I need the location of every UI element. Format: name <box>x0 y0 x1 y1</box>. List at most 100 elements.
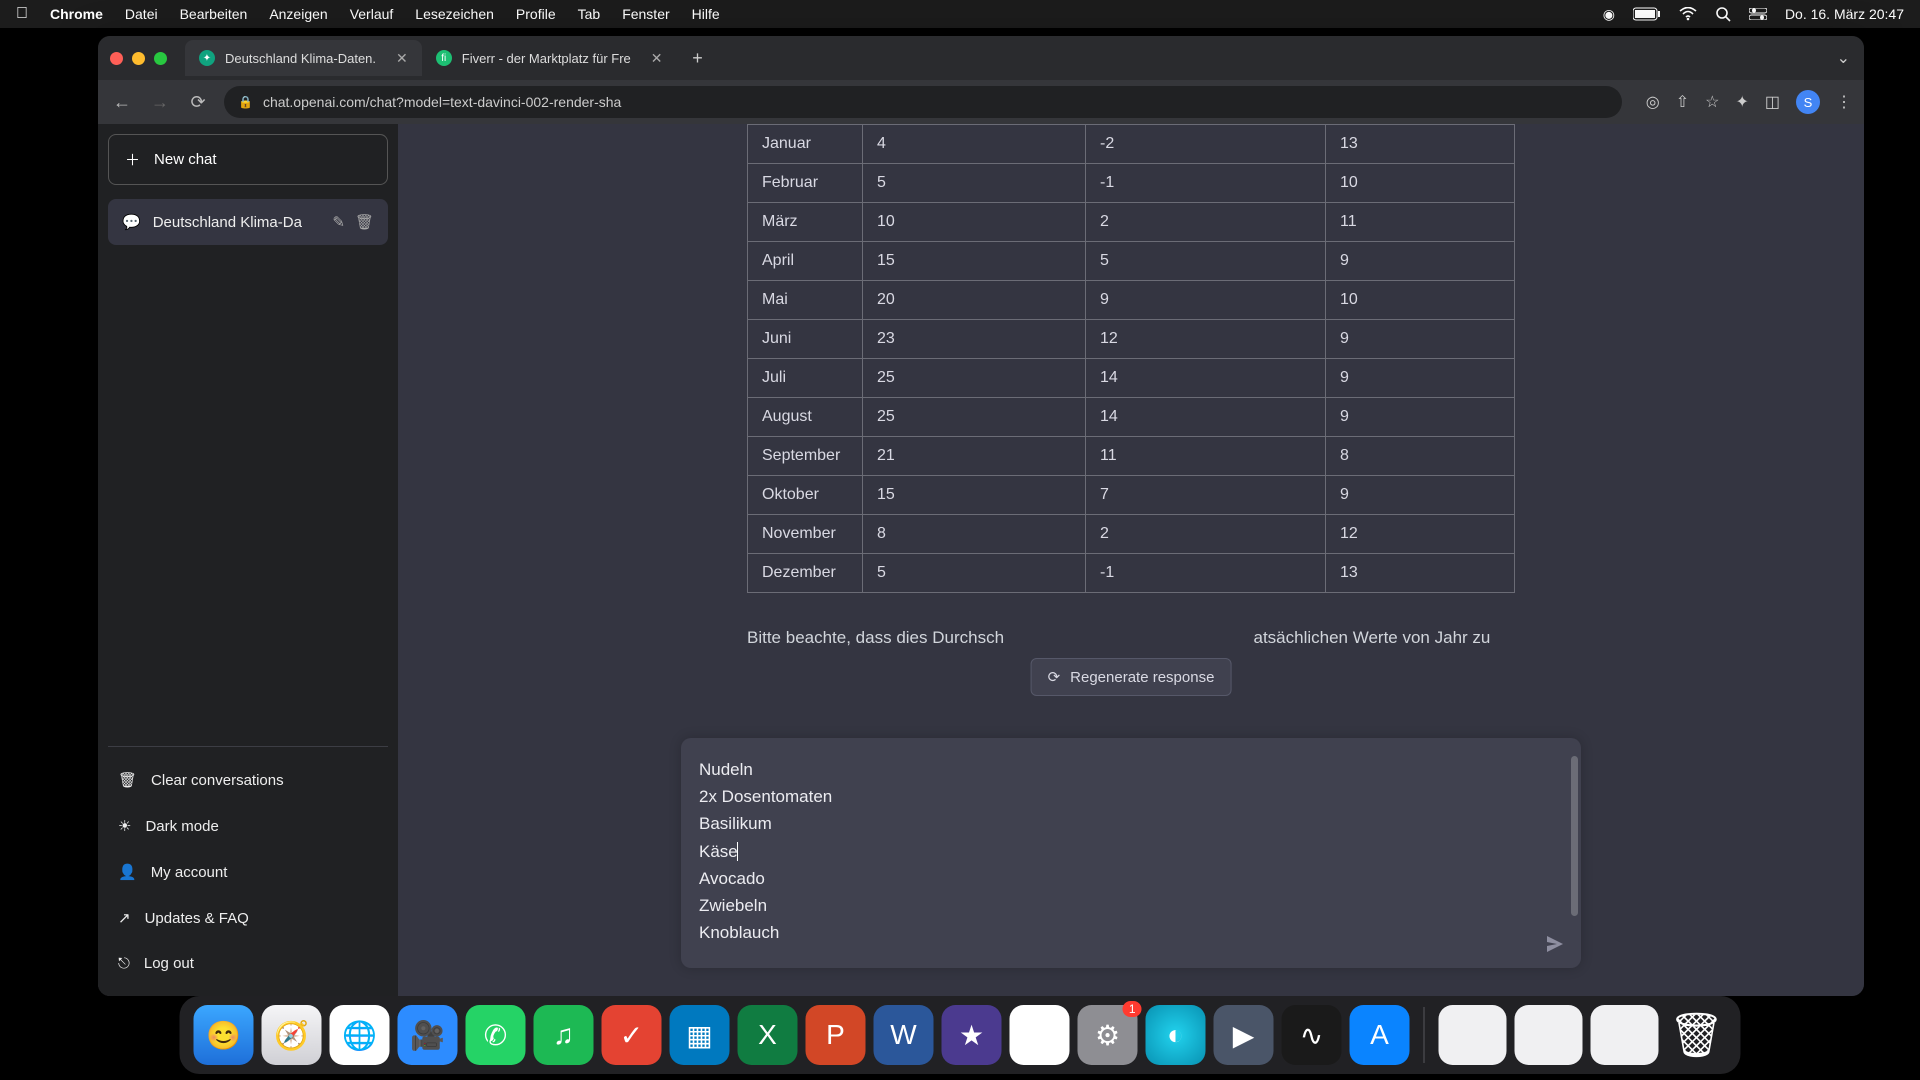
table-cell: -1 <box>1086 554 1326 593</box>
sun-icon: ☀ <box>118 817 131 835</box>
dock-minimized-1[interactable] <box>1439 1005 1507 1065</box>
back-button[interactable]: ← <box>110 92 134 113</box>
updates-faq-button[interactable]: ↗ Updates & FAQ <box>108 895 388 941</box>
dock-minimized-3[interactable] <box>1591 1005 1659 1065</box>
table-cell: August <box>748 398 863 437</box>
my-account-button[interactable]: 👤 My account <box>108 849 388 895</box>
reload-button[interactable]: ⟳ <box>186 92 210 113</box>
edit-icon[interactable]: ✎ <box>332 213 345 231</box>
input-line: Käse <box>699 838 1529 865</box>
close-tab-icon[interactable]: ✕ <box>651 50 663 67</box>
dock-drive[interactable]: ▲ <box>1010 1005 1070 1065</box>
menu-lesezeichen[interactable]: Lesezeichen <box>415 6 494 22</box>
table-cell: 25 <box>863 398 1086 437</box>
menu-app[interactable]: Chrome <box>50 6 103 22</box>
maximize-window-button[interactable] <box>154 52 167 65</box>
menubar-datetime[interactable]: Do. 16. März 20:47 <box>1785 6 1904 22</box>
dock-siri[interactable]: ◐ <box>1146 1005 1206 1065</box>
messages-scroll[interactable]: Januar4-213Februar5-110März10211April155… <box>398 124 1864 651</box>
chat-bubble-icon: 💬 <box>122 213 141 231</box>
label: Clear conversations <box>151 772 284 789</box>
battery-icon[interactable] <box>1633 7 1661 21</box>
trash-icon[interactable]: 🗑 <box>355 213 374 231</box>
url-input[interactable]: 🔒 chat.openai.com/chat?model=text-davinc… <box>224 86 1622 118</box>
extensions-icon[interactable]: ✦ <box>1735 92 1748 112</box>
new-tab-button[interactable]: + <box>683 43 713 73</box>
dock-audio[interactable]: ∿ <box>1282 1005 1342 1065</box>
dock-powerpoint[interactable]: P <box>806 1005 866 1065</box>
dock-trash[interactable]: 🗑 <box>1667 1005 1727 1065</box>
dock-appstore[interactable]: A <box>1350 1005 1410 1065</box>
input-line: 2x Dosentomaten <box>699 783 1529 810</box>
table-cell: 4 <box>863 125 1086 164</box>
spotlight-icon[interactable] <box>1715 6 1731 22</box>
apple-logo-icon[interactable]:  <box>16 5 28 23</box>
dock-finder[interactable]: 😊 <box>194 1005 254 1065</box>
table-row: April1559 <box>748 242 1515 281</box>
side-panel-icon[interactable]: ◫ <box>1765 92 1780 112</box>
wifi-icon[interactable] <box>1679 7 1697 21</box>
table-cell: 5 <box>863 164 1086 203</box>
tab-fiverr[interactable]: fi Fiverr - der Marktplatz für Fre ✕ <box>422 40 677 76</box>
record-icon[interactable]: ◉ <box>1603 6 1615 23</box>
dock-zoom[interactable]: 🎥 <box>398 1005 458 1065</box>
menu-hilfe[interactable]: Hilfe <box>692 6 720 22</box>
profile-avatar[interactable]: S <box>1796 90 1820 114</box>
regenerate-button[interactable]: ⟳ Regenerate response <box>1031 658 1232 696</box>
new-chat-button[interactable]: ＋ New chat <box>108 134 388 185</box>
menu-verlauf[interactable]: Verlauf <box>350 6 394 22</box>
clear-conversations-button[interactable]: 🗑 Clear conversations <box>108 757 388 803</box>
table-cell: 2 <box>1086 515 1326 554</box>
table-cell: 11 <box>1326 203 1515 242</box>
share-icon[interactable]: ⇧ <box>1676 92 1689 112</box>
table-cell: 8 <box>1326 437 1515 476</box>
menu-fenster[interactable]: Fenster <box>622 6 669 22</box>
plus-icon: ＋ <box>125 149 140 170</box>
logout-button[interactable]: ⎋ Log out <box>108 941 388 986</box>
menu-datei[interactable]: Datei <box>125 6 158 22</box>
close-tab-icon[interactable]: ✕ <box>396 50 408 67</box>
table-cell: 25 <box>863 359 1086 398</box>
dock-word[interactable]: W <box>874 1005 934 1065</box>
menu-bearbeiten[interactable]: Bearbeiten <box>180 6 248 22</box>
table-cell: Juni <box>748 320 863 359</box>
table-cell: September <box>748 437 863 476</box>
control-center-icon[interactable] <box>1749 8 1767 20</box>
dock-trello[interactable]: ▦ <box>670 1005 730 1065</box>
google-lens-icon[interactable]: ◎ <box>1646 92 1660 112</box>
message-input[interactable]: Nudeln2x DosentomatenBasilikumKäseAvocad… <box>681 738 1581 968</box>
fiverr-favicon-icon: fi <box>436 50 452 66</box>
dock-todoist[interactable]: ✓ <box>602 1005 662 1065</box>
menu-tab[interactable]: Tab <box>578 6 601 22</box>
tab-overflow-icon[interactable]: ⌄ <box>1837 48 1850 68</box>
send-icon[interactable] <box>1545 934 1565 954</box>
dock-settings[interactable]: ⚙1 <box>1078 1005 1138 1065</box>
tab-chatgpt[interactable]: ✦ Deutschland Klima-Daten. ✕ <box>185 40 422 76</box>
menu-profile[interactable]: Profile <box>516 6 556 22</box>
dark-mode-button[interactable]: ☀ Dark mode <box>108 803 388 849</box>
dock-excel[interactable]: X <box>738 1005 798 1065</box>
badge: 1 <box>1123 1001 1142 1017</box>
menu-anzeigen[interactable]: Anzeigen <box>269 6 327 22</box>
minimize-window-button[interactable] <box>132 52 145 65</box>
table-cell: 15 <box>863 476 1086 515</box>
dock-chrome[interactable]: 🌐 <box>330 1005 390 1065</box>
input-line: Zwiebeln <box>699 892 1529 919</box>
dock-spotify[interactable]: ♫ <box>534 1005 594 1065</box>
dock-quicktime[interactable]: ▶ <box>1214 1005 1274 1065</box>
dock-minimized-2[interactable] <box>1515 1005 1583 1065</box>
dock-imovie[interactable]: ★ <box>942 1005 1002 1065</box>
close-window-button[interactable] <box>110 52 123 65</box>
kebab-menu-icon[interactable]: ⋮ <box>1836 92 1852 112</box>
forward-button[interactable]: → <box>148 92 172 113</box>
table-cell: 9 <box>1086 281 1326 320</box>
chat-main: Januar4-213Februar5-110März10211April155… <box>398 124 1864 996</box>
person-icon: 👤 <box>118 863 137 881</box>
dock-safari[interactable]: 🧭 <box>262 1005 322 1065</box>
table-cell: 11 <box>1086 437 1326 476</box>
chat-history-item[interactable]: 💬 Deutschland Klima-Da ✎ 🗑 <box>108 199 388 245</box>
input-scrollbar[interactable] <box>1571 756 1578 916</box>
dock-whatsapp[interactable]: ✆ <box>466 1005 526 1065</box>
table-cell: März <box>748 203 863 242</box>
bookmark-star-icon[interactable]: ☆ <box>1705 92 1719 112</box>
